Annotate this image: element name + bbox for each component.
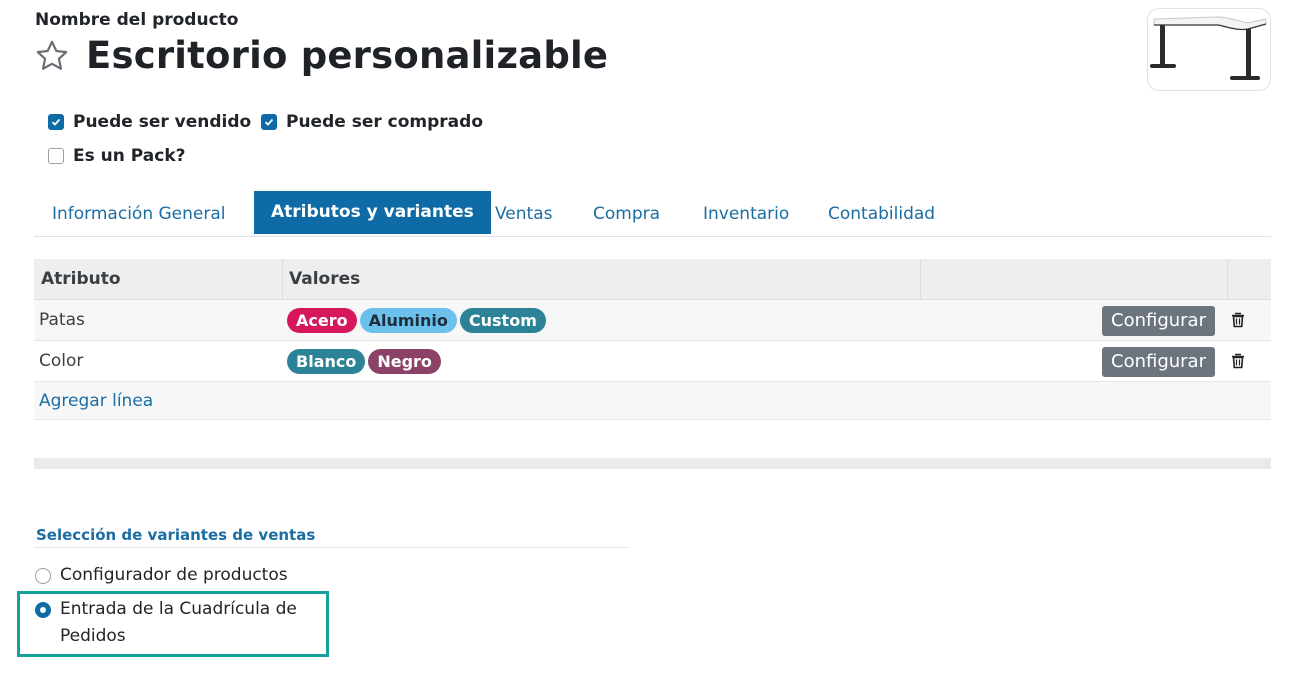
tab-accounting[interactable]: Contabilidad (828, 191, 935, 237)
checkbox-label: Puede ser comprado (286, 112, 484, 132)
star-outline-icon[interactable] (34, 38, 70, 74)
checkbox-can-be-sold[interactable]: Puede ser vendido (48, 112, 251, 132)
attribute-name: Patas (39, 310, 85, 330)
table-row[interactable]: Color Blanco Negro Configurar (34, 341, 1271, 382)
column-divider (920, 259, 921, 300)
tab-sales[interactable]: Ventas (495, 191, 552, 237)
value-tag[interactable]: Negro (368, 349, 441, 374)
tab-attributes-variants[interactable]: Atributos y variantes (254, 191, 491, 234)
table-header: Atributo Valores (34, 259, 1271, 300)
radio-unselected-icon[interactable] (35, 568, 51, 584)
configure-button[interactable]: Configurar (1102, 347, 1215, 377)
product-image[interactable] (1147, 8, 1271, 91)
checkbox-checked-icon[interactable] (261, 114, 277, 130)
checkbox-label: Puede ser vendido (73, 112, 252, 132)
value-tag[interactable]: Acero (287, 308, 357, 333)
divider-band (34, 458, 1271, 469)
values-tags: Acero Aluminio Custom (287, 308, 546, 333)
checkbox-can-be-purchased[interactable]: Puede ser comprado (261, 112, 483, 132)
radio-label: Configurador de productos (60, 565, 288, 585)
radio-product-configurator[interactable]: Configurador de productos (35, 562, 288, 589)
checkbox-is-pack[interactable]: Es un Pack? (48, 146, 186, 166)
checkbox-label: Es un Pack? (73, 146, 186, 166)
column-header-attribute[interactable]: Atributo (34, 259, 121, 300)
column-divider (1227, 259, 1228, 300)
section-title: Selección de variantes de ventas (36, 526, 316, 544)
value-tag[interactable]: Blanco (287, 349, 366, 374)
column-header-values[interactable]: Valores (282, 259, 360, 300)
product-title[interactable]: Escritorio personalizable (86, 34, 608, 77)
title-row: Escritorio personalizable (34, 34, 608, 77)
values-tags: Blanco Negro (287, 349, 441, 374)
tab-bar: Información General Atributos y variante… (34, 191, 1271, 237)
add-line-link[interactable]: Agregar línea (39, 382, 153, 420)
value-tag[interactable]: Custom (459, 308, 546, 333)
product-label: Nombre del producto (35, 10, 239, 30)
desk-image (1150, 16, 1267, 80)
attributes-table: Atributo Valores Patas Acero Aluminio Cu… (34, 259, 1271, 420)
tab-inventory[interactable]: Inventario (703, 191, 789, 237)
tab-purchase[interactable]: Compra (593, 191, 660, 237)
table-row[interactable]: Patas Acero Aluminio Custom Configurar (34, 300, 1271, 341)
checkbox-checked-icon[interactable] (48, 114, 64, 130)
trash-icon[interactable] (1229, 352, 1247, 370)
value-tag[interactable]: Aluminio (359, 308, 457, 333)
checkbox-unchecked-icon[interactable] (48, 148, 64, 164)
highlight-box (17, 591, 329, 657)
tab-general-info[interactable]: Información General (52, 191, 226, 237)
section-divider (34, 547, 629, 548)
add-line-row: Agregar línea (34, 382, 1271, 420)
trash-icon[interactable] (1229, 311, 1247, 329)
attribute-name: Color (39, 351, 84, 371)
configure-button[interactable]: Configurar (1102, 306, 1215, 336)
